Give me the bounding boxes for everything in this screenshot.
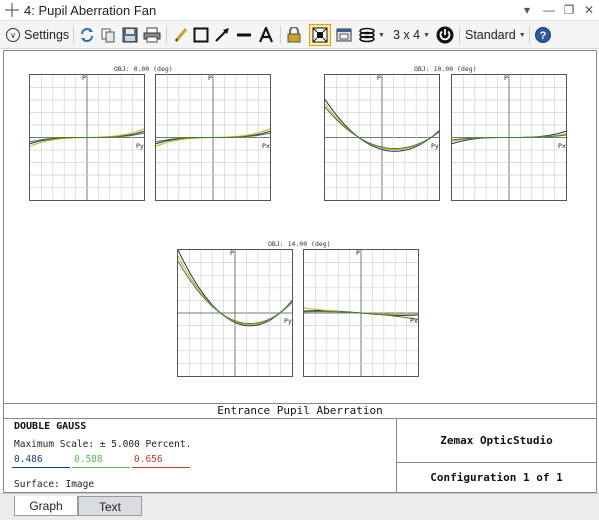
info-left: DOUBLE GAUSS Maximum Scale: ± 5.000 Perc…	[4, 419, 396, 492]
standard-label: Standard	[465, 28, 516, 42]
wavelength-1: 0.486	[14, 454, 43, 465]
fan-plot-obj0-py: P Py	[29, 74, 145, 201]
wavelength-2: 0.588	[74, 454, 103, 465]
surface-text: Surface: Image	[14, 479, 95, 490]
axis-px-label: Px	[558, 142, 566, 150]
move-icon[interactable]	[5, 3, 19, 17]
fan-plot-svg	[325, 75, 439, 200]
minimize-icon[interactable]: —	[540, 1, 558, 19]
power-icon	[436, 26, 454, 44]
info-panel: DOUBLE GAUSS Maximum Scale: ± 5.000 Perc…	[3, 418, 597, 493]
fan-plot-svg	[30, 75, 144, 200]
help-icon: ?	[535, 27, 551, 43]
pencil-icon	[174, 28, 188, 42]
fan-plot-svg	[156, 75, 270, 200]
axis-px-label: Px	[262, 142, 270, 150]
field-label-2: OBJ: 14.00 (deg)	[268, 240, 331, 248]
axis-p-label: P	[377, 74, 381, 82]
fan-plot-obj14-py: P Py	[177, 249, 293, 377]
fan-plot-svg	[178, 250, 292, 376]
lens-title: DOUBLE GAUSS	[14, 421, 87, 432]
fit-window-button[interactable]	[309, 24, 331, 46]
copy-button[interactable]	[99, 24, 117, 46]
pin-dropdown-icon[interactable]: ▾	[518, 1, 536, 19]
tab-bar: Graph Text	[0, 493, 599, 520]
refresh-button[interactable]	[78, 24, 96, 46]
lock-button[interactable]	[285, 24, 303, 46]
close-icon[interactable]: ✕	[580, 1, 598, 19]
settings-button[interactable]: ∨ Settings	[6, 24, 69, 46]
fan-plot-svg	[452, 75, 566, 200]
rectangle-button[interactable]	[192, 24, 210, 46]
print-icon	[143, 27, 161, 43]
caret-down-icon: ▼	[518, 31, 526, 39]
axis-px-label: Px	[410, 317, 418, 325]
rectangle-icon	[193, 27, 209, 43]
caret-down-icon: ▼	[378, 31, 385, 39]
fan-plot-obj10-px: P Px	[451, 74, 567, 201]
print-button[interactable]	[142, 24, 162, 46]
graph-caption: Entrance Pupil Aberration	[3, 404, 597, 418]
restore-icon[interactable]: ❐	[560, 1, 578, 19]
pencil-button[interactable]	[172, 24, 190, 46]
field-label-1: OBJ: 10.00 (deg)	[414, 65, 477, 73]
toolbar: ∨ Settings ▼ 3 x 4 ▼ Standard ▼ ?	[0, 21, 599, 49]
save-icon	[122, 27, 138, 43]
fan-plot-obj0-px: P Px	[155, 74, 271, 201]
refresh-icon	[81, 28, 93, 42]
tab-graph[interactable]: Graph	[14, 496, 78, 516]
axis-p-label: P	[82, 74, 86, 82]
fan-plot-obj10-py: P Py	[324, 74, 440, 201]
window-icon	[336, 28, 352, 42]
fit-window-icon	[312, 27, 328, 43]
save-button[interactable]	[121, 24, 139, 46]
plot-area: OBJ: 0.00 (deg) OBJ: 10.00 (deg) OBJ: 14…	[3, 50, 597, 404]
axis-py-label: Py	[284, 317, 292, 325]
fan-plot-obj14-px: P Px	[303, 249, 419, 377]
layout-label: 3 x 4	[393, 28, 421, 42]
svg-text:?: ?	[540, 30, 547, 42]
copy-icon	[101, 28, 115, 43]
axis-py-label: Py	[136, 142, 144, 150]
layers-icon	[359, 27, 375, 43]
help-button[interactable]: ?	[534, 24, 552, 46]
info-right: Zemax OpticStudio Configuration 1 of 1	[396, 419, 596, 492]
standard-dropdown[interactable]: Standard ▼	[465, 24, 526, 46]
layout-dropdown[interactable]: 3 x 4 ▼	[393, 24, 430, 46]
max-scale-text: Maximum Scale: ± 5.000 Percent.	[14, 439, 192, 450]
caret-down-icon: ▼	[423, 31, 431, 39]
text-tool-button[interactable]	[257, 24, 275, 46]
line-button[interactable]	[235, 24, 253, 46]
wavelength-3: 0.656	[134, 454, 163, 465]
window-export-button[interactable]	[335, 24, 353, 46]
fan-plot-svg	[304, 250, 418, 376]
settings-label: Settings	[24, 28, 70, 42]
chevron-down-icon: ∨	[6, 28, 20, 42]
wavelength-2-line	[72, 467, 130, 468]
field-label-0: OBJ: 0.00 (deg)	[114, 65, 173, 73]
wavelength-1-line	[12, 467, 70, 468]
text-a-icon	[258, 27, 274, 43]
lock-icon	[287, 27, 301, 43]
title-bar: 4: Pupil Aberration Fan ▾ — ❐ ✕	[0, 0, 599, 21]
tab-text[interactable]: Text	[78, 496, 142, 516]
power-button[interactable]	[435, 24, 455, 46]
axis-py-label: Py	[431, 142, 439, 150]
axis-p-label: P	[356, 249, 360, 257]
arrow-button[interactable]	[213, 24, 231, 46]
line-icon	[237, 33, 251, 37]
arrow-icon	[215, 28, 229, 42]
brand-text: Zemax OpticStudio	[397, 419, 596, 463]
window-title: 4: Pupil Aberration Fan	[24, 3, 157, 18]
layers-dropdown[interactable]: ▼	[359, 24, 385, 46]
axis-p-label: P	[208, 74, 212, 82]
wavelength-3-line	[132, 467, 190, 468]
configuration-text: Configuration 1 of 1	[430, 471, 563, 484]
axis-p-label: P	[230, 249, 234, 257]
axis-p-label: P	[504, 74, 508, 82]
